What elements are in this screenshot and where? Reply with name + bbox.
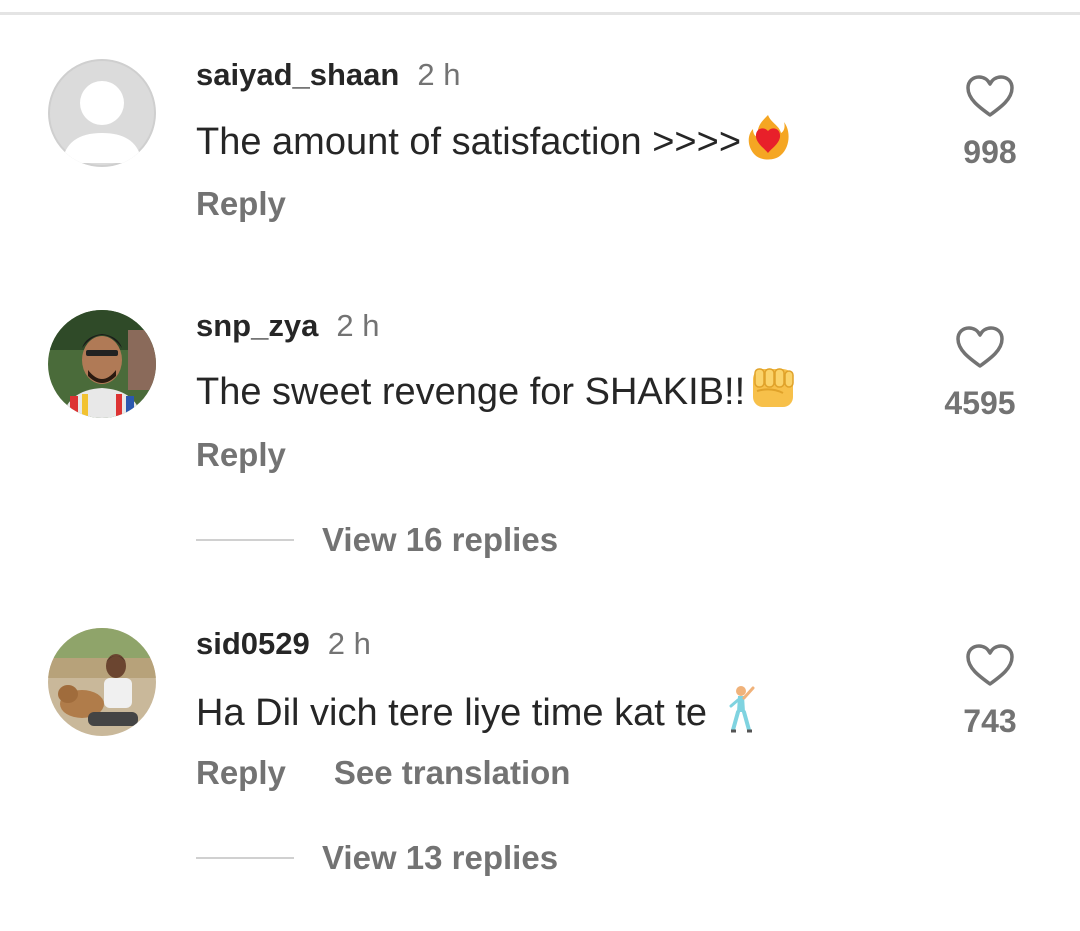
avatar[interactable] (48, 310, 156, 418)
fist-emoji (749, 365, 797, 423)
like-count: 4595 (944, 385, 1016, 421)
heart-icon[interactable] (965, 643, 1015, 687)
reply-button[interactable]: Reply (196, 753, 286, 793)
timestamp: 2 h (336, 308, 380, 343)
reply-button[interactable]: Reply (196, 435, 286, 475)
avatar[interactable] (48, 59, 156, 167)
like-area: 998 (930, 74, 1050, 171)
username[interactable]: sid0529 (196, 626, 310, 661)
default-avatar-icon (48, 59, 156, 167)
view-replies-label[interactable]: View 16 replies (322, 520, 558, 560)
comment-text: The amount of satisfaction >>>> (196, 113, 791, 175)
comment-actions: Reply See translation (196, 753, 570, 793)
comment-header: snp_zya 2 h (196, 305, 379, 346)
comment-text: Ha Dil vich tere liye time kat te (196, 684, 759, 746)
like-count: 743 (963, 703, 1017, 739)
like-count: 998 (963, 134, 1017, 170)
top-divider (0, 12, 1080, 15)
heart-icon[interactable] (965, 74, 1015, 118)
comment-body: The amount of satisfaction >>>> (196, 121, 742, 164)
username[interactable]: saiyad_shaan (196, 57, 399, 92)
see-translation-button[interactable]: See translation (334, 753, 571, 793)
avatar[interactable] (48, 628, 156, 736)
dancing-man-emoji (723, 684, 759, 746)
heart-icon[interactable] (955, 325, 1005, 369)
timestamp: 2 h (327, 626, 371, 661)
comment-header: saiyad_shaan 2 h (196, 54, 460, 95)
replies-divider-line (196, 857, 294, 859)
heart-on-fire-emoji (745, 113, 791, 175)
comment-body: The sweet revenge for SHAKIB!! (196, 371, 746, 414)
user-photo (48, 310, 156, 418)
like-area: 743 (930, 643, 1050, 740)
user-photo (48, 628, 156, 736)
like-area: 4595 (920, 325, 1040, 422)
comment-actions: Reply (196, 435, 286, 475)
reply-button[interactable]: Reply (196, 184, 286, 224)
timestamp: 2 h (417, 57, 461, 92)
comment-actions: Reply (196, 184, 286, 224)
comment-text: The sweet revenge for SHAKIB!! (196, 365, 797, 423)
comment-body: Ha Dil vich tere liye time kat te (196, 692, 708, 735)
comment-header: sid0529 2 h (196, 623, 371, 664)
replies-divider-line (196, 539, 294, 541)
view-replies-label[interactable]: View 13 replies (322, 838, 558, 878)
username[interactable]: snp_zya (196, 308, 318, 343)
